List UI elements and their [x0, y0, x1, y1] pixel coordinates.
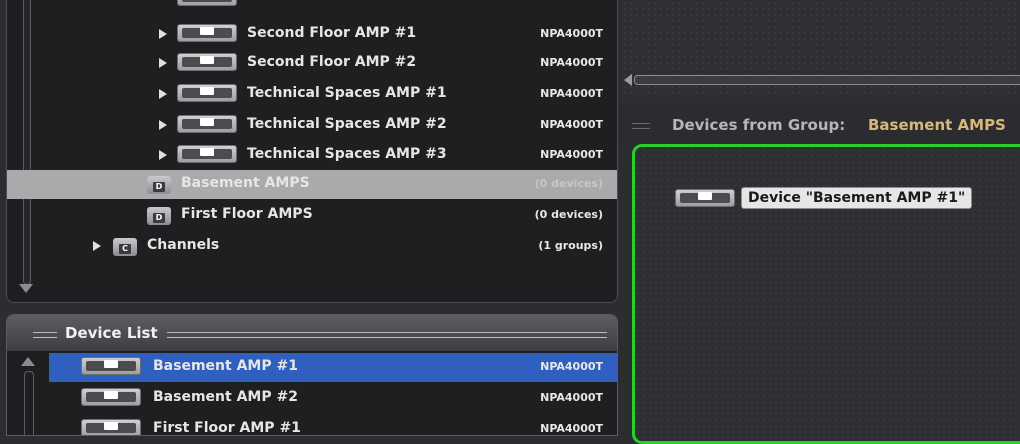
device-list-panel: Device List Basement AMP #1 NPA4000T Bas… [6, 314, 618, 436]
tree-row-device[interactable]: Second Floor AMP #2 NPA4000T [7, 49, 617, 78]
amp-device-icon [177, 53, 237, 71]
tree-row-device[interactable]: Technical Spaces AMP #3 NPA4000T [7, 141, 617, 170]
tree-channels-label: Channels [147, 237, 220, 253]
amp-device-icon [177, 84, 237, 102]
expand-triangle-icon[interactable] [159, 29, 167, 39]
expand-triangle-icon[interactable] [159, 150, 167, 160]
tree-row-device[interactable]: Second Floor AMP #1 NPA4000T [7, 20, 617, 49]
tree-group-label: Basement AMPS [181, 175, 310, 191]
header-grip-icon [632, 123, 650, 129]
tree-group-label: First Floor AMPS [181, 206, 313, 222]
device-list-scrollbar-track[interactable] [24, 371, 34, 435]
device-list-header[interactable]: Device List [7, 315, 617, 351]
tree-row-device[interactable]: Technical Spaces AMP #1 NPA4000T [7, 80, 617, 109]
tree-row-partial[interactable] [7, 0, 617, 13]
horizontal-scrollbar-track[interactable] [634, 75, 1020, 85]
device-list-item[interactable]: Basement AMP #2 NPA4000T [49, 384, 617, 413]
tree-row-model: NPA4000T [540, 148, 603, 161]
tree-row-label: Second Floor AMP #1 [247, 25, 417, 41]
horizontal-scrollbar[interactable] [622, 72, 1020, 88]
amp-device-icon [81, 388, 141, 406]
device-list-title: Device List [65, 324, 158, 342]
group-devices-header: Devices from Group: Basement AMPS [622, 106, 1020, 142]
device-group-folder-icon: D [145, 174, 175, 196]
expand-triangle-icon[interactable] [159, 58, 167, 68]
tree-row-group[interactable]: D First Floor AMPS (0 devices) [7, 201, 617, 230]
tree-row-model: NPA4000T [540, 118, 603, 131]
tree-row-label: Second Floor AMP #2 [247, 54, 417, 70]
expand-triangle-icon[interactable] [159, 120, 167, 130]
tree-row-model: NPA4000T [540, 87, 603, 100]
tree-row-label: Technical Spaces AMP #1 [247, 85, 447, 101]
scroll-down-arrow-icon[interactable] [19, 284, 33, 293]
device-list-scrollbar[interactable] [21, 351, 41, 435]
expand-triangle-icon[interactable] [93, 241, 101, 251]
device-list-item-label: First Floor AMP #1 [153, 420, 301, 436]
amp-device-icon [675, 189, 735, 207]
device-group-folder-icon: D [145, 205, 175, 227]
group-tree-panel: Second Floor AMP #1 NPA4000T Second Floo… [6, 0, 618, 303]
amp-device-icon [177, 0, 237, 6]
device-list-item-model: NPA4000T [540, 391, 603, 404]
tree-row-label: Technical Spaces AMP #2 [247, 116, 447, 132]
device-list-item-label: Basement AMP #2 [153, 389, 298, 405]
device-list-item-selected[interactable]: Basement AMP #1 NPA4000T [49, 353, 617, 382]
channel-group-folder-icon: C [111, 236, 141, 258]
scroll-up-arrow-icon[interactable] [21, 357, 35, 366]
tree-row-model: NPA4000T [540, 27, 603, 40]
tree-row-model: NPA4000T [540, 56, 603, 69]
device-list-item-label: Basement AMP #1 [153, 358, 298, 374]
group-device-label: Device "Basement AMP #1" [741, 187, 973, 209]
tree-group-count: (0 devices) [534, 177, 603, 190]
tree-row-device[interactable]: Technical Spaces AMP #2 NPA4000T [7, 111, 617, 140]
device-list-item-model: NPA4000T [540, 360, 603, 373]
tree-channels-count: (1 groups) [538, 239, 603, 252]
scroll-left-arrow-icon[interactable] [624, 74, 632, 86]
expand-triangle-icon[interactable] [159, 89, 167, 99]
header-divider [167, 332, 607, 338]
tree-group-count: (0 devices) [534, 208, 603, 221]
tree-row-group-selected[interactable]: D Basement AMPS (0 devices) [7, 170, 617, 199]
group-devices-title: Devices from Group: [672, 116, 846, 134]
amp-device-icon [81, 357, 141, 375]
tree-row-label: Technical Spaces AMP #3 [247, 146, 447, 162]
amp-device-icon [177, 24, 237, 42]
amp-device-icon [81, 419, 141, 435]
device-list-item-model: NPA4000T [540, 422, 603, 435]
group-devices-drop-area[interactable]: Device "Basement AMP #1" [632, 144, 1020, 444]
amp-device-icon [177, 115, 237, 133]
header-grip-icon [33, 332, 57, 338]
amp-device-icon [177, 145, 237, 163]
group-name: Basement AMPS [868, 116, 1006, 134]
tree-row-channels[interactable]: C Channels (1 groups) [7, 232, 617, 261]
